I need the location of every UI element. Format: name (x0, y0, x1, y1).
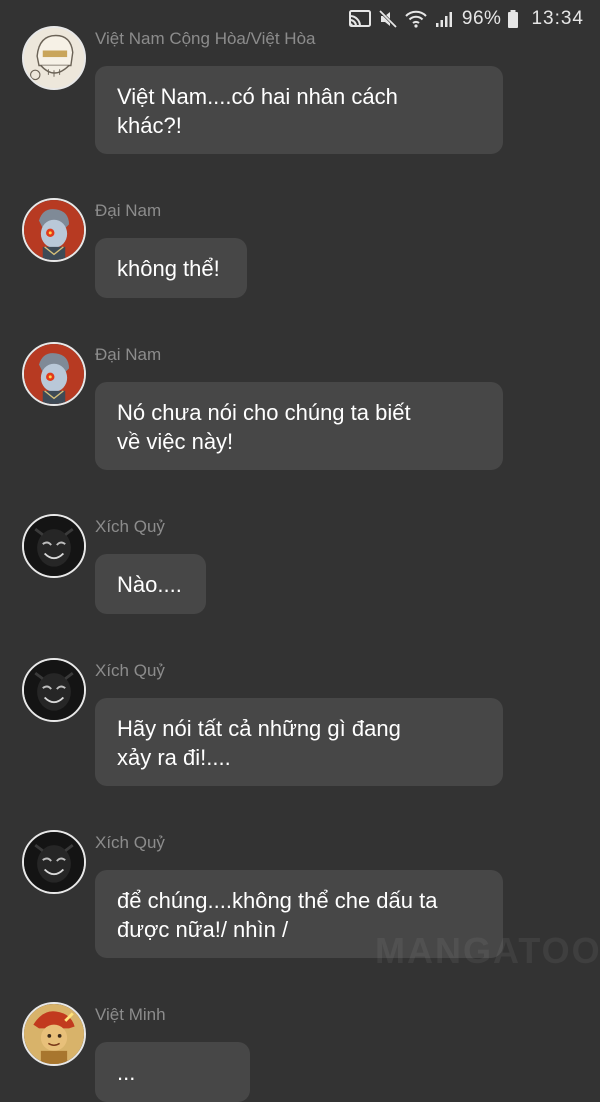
status-bar: 96% 13:34 (348, 6, 584, 32)
message-line: khác?! (117, 113, 182, 138)
message-line: Hãy nói tất cả những gì đang (117, 716, 401, 741)
message-line: Nào.... (117, 572, 182, 597)
message-bubble[interactable]: ... (95, 1042, 250, 1102)
wifi-icon (404, 9, 428, 29)
character-avatar-dark[interactable] (22, 830, 86, 894)
character-avatar-yellow[interactable] (22, 1002, 86, 1066)
sender-name: Việt Minh (95, 1005, 166, 1024)
mute-icon (378, 9, 398, 29)
message-bubble[interactable]: Nào.... (95, 554, 206, 614)
cast-icon (348, 9, 372, 29)
message-bubble[interactable]: để chúng....không thể che dấu ta được nữ… (95, 870, 503, 958)
message-line: để chúng....không thể che dấu ta (117, 888, 438, 913)
message-bubble[interactable]: Hãy nói tất cả những gì đang xảy ra đi!.… (95, 698, 503, 786)
clock: 13:34 (531, 8, 584, 29)
message-bubble[interactable]: Việt Nam....có hai nhân cách khác?! (95, 66, 503, 154)
message-line: về việc này! (117, 429, 234, 454)
sender-name: Xích Quỷ (95, 517, 165, 536)
sender-name: Việt Nam Cộng Hòa/Việt Hòa (95, 29, 316, 48)
character-avatar-dark[interactable] (22, 658, 86, 722)
sender-name: Đại Nam (95, 201, 162, 220)
message-bubble[interactable]: không thể! (95, 238, 247, 298)
sender-name: Xích Quỷ (95, 833, 165, 852)
character-avatar-red[interactable] (22, 198, 86, 262)
signal-icon (434, 9, 454, 29)
message-line: Nó chưa nói cho chúng ta biết (117, 400, 411, 425)
sender-name: Đại Nam (95, 345, 162, 364)
message-line: được nữa!/ nhìn / (117, 917, 289, 942)
battery-percent: 96% (461, 8, 502, 29)
character-avatar-dark[interactable] (22, 514, 86, 578)
character-avatar-skull[interactable] (22, 26, 86, 90)
battery-icon (507, 9, 519, 29)
message-line: Việt Nam....có hai nhân cách (117, 84, 398, 109)
message-bubble[interactable]: Nó chưa nói cho chúng ta biết về việc nà… (95, 382, 503, 470)
message-line: xảy ra đi!.... (117, 745, 231, 770)
message-line: không thể! (117, 256, 220, 281)
character-avatar-red[interactable] (22, 342, 86, 406)
message-line: ... (117, 1060, 136, 1085)
sender-name: Xích Quỷ (95, 661, 165, 680)
